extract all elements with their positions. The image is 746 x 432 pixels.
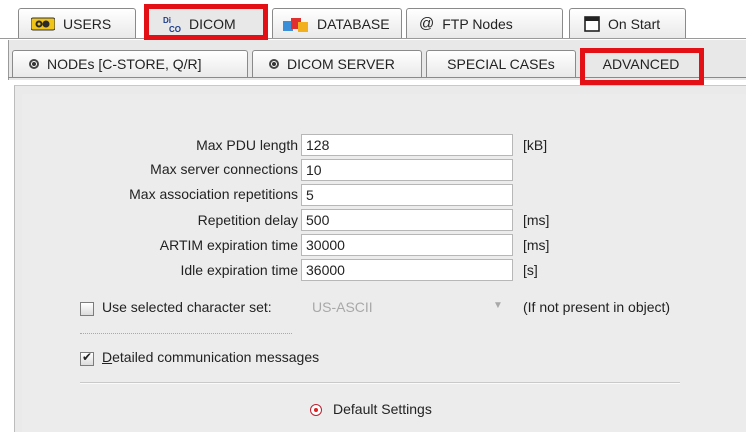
tab-nodes-label: NODEs [C-STORE, Q/R] xyxy=(47,56,202,72)
separator-line xyxy=(80,382,680,384)
detailed-messages-label-rest: etailed communication messages xyxy=(112,349,320,365)
tab-users[interactable]: USERS xyxy=(18,8,136,38)
idle-expiration-time-unit: [s] xyxy=(523,262,538,278)
max-pdu-length-input[interactable] xyxy=(301,134,513,156)
artim-expiration-time-label: ARTIM expiration time xyxy=(159,237,298,253)
users-icon xyxy=(31,16,55,32)
max-pdu-length-label: Max PDU length xyxy=(196,137,298,153)
repetition-delay-input[interactable] xyxy=(301,209,513,231)
radio-dot-icon xyxy=(269,59,279,69)
tab-nodes[interactable]: NODEs [C-STORE, Q/R] xyxy=(12,50,248,77)
artim-expiration-time-unit: [ms] xyxy=(523,237,550,253)
max-association-repetitions-input[interactable] xyxy=(301,184,513,206)
tab-database-label: DATABASE xyxy=(317,15,390,32)
charset-select[interactable]: US-ASCII xyxy=(312,299,373,315)
tab-special-cases[interactable]: SPECIAL CASEs xyxy=(426,50,576,77)
tab-advanced[interactable]: ADVANCED xyxy=(580,50,702,77)
default-settings-radio[interactable] xyxy=(310,404,322,416)
start-window-icon xyxy=(584,15,600,32)
charset-note: (If not present in object) xyxy=(523,299,671,315)
at-icon: @ xyxy=(419,15,435,32)
dotted-separator xyxy=(80,333,292,334)
max-server-connections-input[interactable] xyxy=(301,159,513,181)
tab-dicom-server[interactable]: DICOM SERVER xyxy=(252,50,422,77)
repetition-delay-label: Repetition delay xyxy=(197,212,298,228)
max-server-connections-label: Max server connections xyxy=(150,161,298,177)
detailed-messages-label: Detailed communication messages xyxy=(102,349,319,365)
tab-database[interactable]: DATABASE xyxy=(272,8,402,38)
svg-text:Di: Di xyxy=(163,16,171,25)
sub-tab-divider xyxy=(8,77,746,78)
tab-dicom[interactable]: Di COM DICOM xyxy=(144,8,268,38)
tab-advanced-label: ADVANCED xyxy=(602,56,680,72)
dicom-icon: Di COM xyxy=(163,15,181,33)
max-association-repetitions-label: Max association repetitions xyxy=(129,186,298,202)
tab-dicom-server-label: DICOM SERVER xyxy=(287,56,395,72)
idle-expiration-time-label: Idle expiration time xyxy=(180,262,298,278)
tab-divider xyxy=(0,38,746,39)
svg-text:COM: COM xyxy=(169,25,181,33)
database-icon xyxy=(283,15,309,33)
tab-ftp-nodes-label: FTP Nodes xyxy=(442,15,513,32)
tab-users-label: USERS xyxy=(63,15,112,32)
detailed-messages-checkbox[interactable] xyxy=(80,350,94,366)
repetition-delay-unit: [ms] xyxy=(523,212,550,228)
tab-dicom-label: DICOM xyxy=(189,15,236,32)
idle-expiration-time-input[interactable] xyxy=(301,259,513,281)
dropdown-arrow-icon[interactable]: ▼ xyxy=(493,300,503,311)
artim-expiration-time-input[interactable] xyxy=(301,234,513,256)
use-charset-label: Use selected character set: xyxy=(102,299,272,315)
use-charset-checkbox[interactable] xyxy=(80,302,94,316)
radio-dot-icon xyxy=(29,59,39,69)
tab-on-start-label: On Start xyxy=(608,15,661,32)
default-settings-label: Default Settings xyxy=(333,401,432,417)
tab-ftp-nodes[interactable]: @ FTP Nodes xyxy=(406,8,563,38)
detailed-messages-mnemonic: D xyxy=(102,349,113,365)
tab-special-cases-label: SPECIAL CASEs xyxy=(447,56,555,72)
tab-on-start[interactable]: On Start xyxy=(569,8,686,38)
max-pdu-length-unit: [kB] xyxy=(523,137,548,153)
